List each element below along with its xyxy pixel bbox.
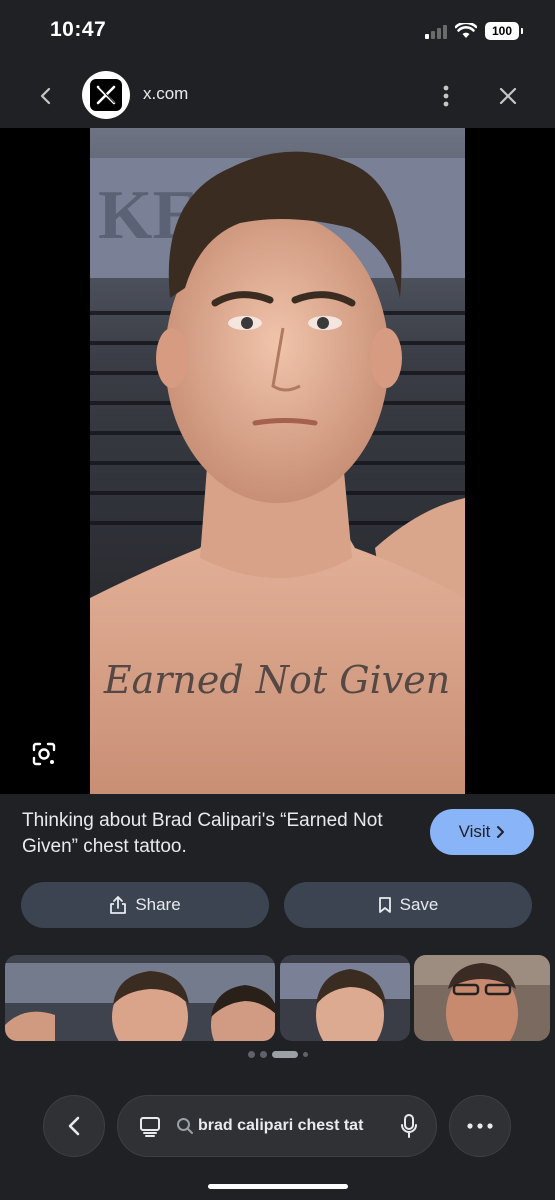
microphone-icon[interactable] bbox=[400, 1113, 418, 1139]
cellular-signal-icon bbox=[425, 23, 447, 39]
close-button[interactable] bbox=[492, 80, 524, 112]
save-label: Save bbox=[399, 895, 439, 914]
related-images bbox=[0, 955, 555, 1041]
more-vert-icon bbox=[443, 85, 449, 107]
chevron-left-icon bbox=[68, 1116, 80, 1136]
carousel-dot-active bbox=[271, 1051, 298, 1058]
wifi-icon bbox=[455, 23, 477, 38]
main-image[interactable]: KE Earned Not Given bbox=[90, 128, 465, 794]
share-label: Share bbox=[135, 895, 181, 914]
search-query[interactable]: brad calipari chest tat bbox=[198, 1117, 376, 1135]
carousel-indicator bbox=[0, 1051, 555, 1058]
back-button[interactable] bbox=[30, 80, 62, 112]
x-logo-icon bbox=[90, 79, 122, 111]
close-icon bbox=[499, 87, 517, 105]
carousel-dot bbox=[302, 1052, 308, 1057]
image-viewer: KE Earned Not Given bbox=[0, 128, 555, 794]
chevron-left-icon bbox=[40, 87, 51, 105]
save-button[interactable]: Save bbox=[284, 882, 532, 928]
share-icon bbox=[110, 896, 127, 914]
site-favicon bbox=[82, 71, 130, 119]
status-time: 10:47 bbox=[50, 18, 107, 41]
related-thumbnail[interactable] bbox=[280, 955, 410, 1041]
svg-text:Earned Not Given: Earned Not Given bbox=[103, 658, 450, 702]
home-indicator[interactable] bbox=[208, 1184, 348, 1189]
bookmark-icon bbox=[378, 897, 391, 913]
share-button[interactable]: Share bbox=[21, 882, 269, 928]
status-icons: 100 bbox=[425, 22, 523, 40]
battery-icon: 100 bbox=[485, 22, 523, 40]
carousel-dot bbox=[247, 1051, 255, 1058]
google-lens-button[interactable] bbox=[28, 738, 60, 770]
status-bar: 10:47 100 bbox=[0, 0, 555, 64]
more-options-button[interactable] bbox=[432, 80, 460, 112]
bottom-search-bar: brad calipari chest tat bbox=[0, 1095, 555, 1157]
visit-button[interactable]: Visit bbox=[430, 809, 534, 855]
search-back-button[interactable] bbox=[43, 1095, 105, 1157]
carousel-dot bbox=[259, 1051, 267, 1058]
visit-label: Visit bbox=[458, 822, 491, 841]
search-icon bbox=[177, 1118, 193, 1134]
related-thumbnail[interactable] bbox=[414, 955, 550, 1041]
viewer-header: x.com bbox=[0, 64, 555, 128]
search-field[interactable]: brad calipari chest tat bbox=[117, 1095, 437, 1157]
lens-icon bbox=[32, 742, 56, 766]
more-button[interactable] bbox=[449, 1095, 511, 1157]
tab-switcher-icon[interactable] bbox=[138, 1114, 162, 1138]
image-caption[interactable]: Thinking about Brad Calipari's “Earned N… bbox=[22, 808, 412, 860]
chevron-right-icon bbox=[497, 826, 505, 838]
related-thumbnail[interactable] bbox=[5, 955, 275, 1041]
site-name[interactable]: x.com bbox=[143, 84, 188, 104]
more-horiz-icon bbox=[467, 1123, 493, 1129]
